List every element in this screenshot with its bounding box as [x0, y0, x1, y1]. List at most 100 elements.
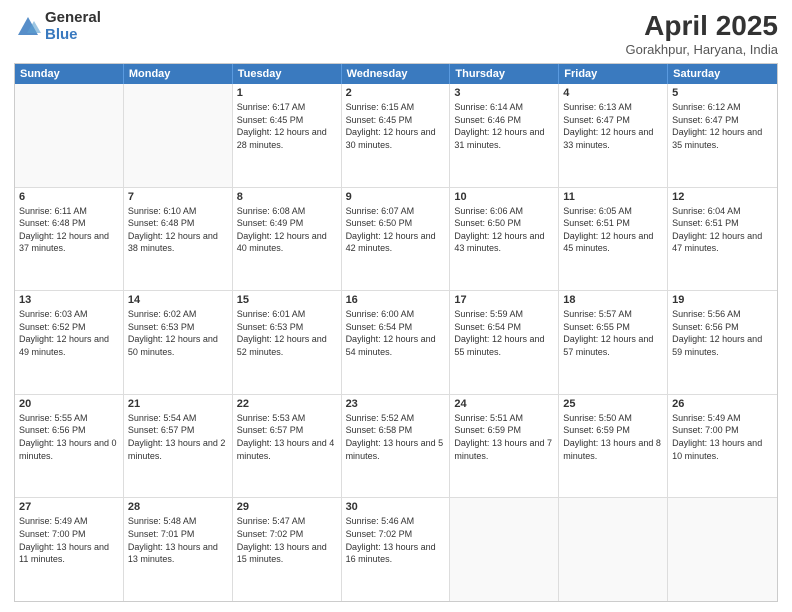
day-number: 7	[128, 191, 228, 203]
day-info: Sunrise: 6:07 AM Sunset: 6:50 PM Dayligh…	[346, 205, 446, 255]
day-cell-29: 29 Sunrise: 5:47 AM Sunset: 7:02 PM Dayli…	[233, 498, 342, 601]
day-info: Sunrise: 6:15 AM Sunset: 6:45 PM Dayligh…	[346, 101, 446, 151]
day-cell-28: 28 Sunrise: 5:48 AM Sunset: 7:01 PM Dayli…	[124, 498, 233, 601]
calendar-header-row: SundayMondayTuesdayWednesdayThursdayFrid…	[15, 64, 777, 84]
day-cell-20: 20 Sunrise: 5:55 AM Sunset: 6:56 PM Dayli…	[15, 395, 124, 498]
calendar-title: April 2025	[626, 10, 778, 42]
day-info: Sunrise: 5:53 AM Sunset: 6:57 PM Dayligh…	[237, 412, 337, 462]
day-number: 27	[19, 501, 119, 513]
day-cell-13: 13 Sunrise: 6:03 AM Sunset: 6:52 PM Dayli…	[15, 291, 124, 394]
day-number: 3	[454, 87, 554, 99]
day-cell-27: 27 Sunrise: 5:49 AM Sunset: 7:00 PM Dayli…	[15, 498, 124, 601]
day-cell-4: 4 Sunrise: 6:13 AM Sunset: 6:47 PM Daylig…	[559, 84, 668, 187]
day-cell-11: 11 Sunrise: 6:05 AM Sunset: 6:51 PM Dayli…	[559, 188, 668, 291]
day-cell-17: 17Sunrise: 5:59 AM Sunset: 6:54 PM Dayli…	[450, 291, 559, 394]
empty-cell	[15, 84, 124, 187]
day-number: 4	[563, 87, 663, 99]
empty-cell	[668, 498, 777, 601]
day-number: 22	[237, 398, 337, 410]
day-info: Sunrise: 5:48 AM Sunset: 7:01 PM Dayligh…	[128, 515, 228, 565]
day-info: Sunrise: 5:54 AM Sunset: 6:57 PM Dayligh…	[128, 412, 228, 462]
day-info: Sunrise: 6:10 AM Sunset: 6:48 PM Dayligh…	[128, 205, 228, 255]
day-info: Sunrise: 5:56 AM Sunset: 6:56 PM Dayligh…	[672, 308, 773, 358]
day-cell-26: 26 Sunrise: 5:49 AM Sunset: 7:00 PM Dayli…	[668, 395, 777, 498]
day-number: 17	[454, 294, 554, 306]
day-cell-7: 7 Sunrise: 6:10 AM Sunset: 6:48 PM Daylig…	[124, 188, 233, 291]
day-info: Sunrise: 5:49 AM Sunset: 7:00 PM Dayligh…	[672, 412, 773, 462]
day-number: 1	[237, 87, 337, 99]
day-cell-1: 1 Sunrise: 6:17 AM Sunset: 6:45 PM Daylig…	[233, 84, 342, 187]
empty-cell	[450, 498, 559, 601]
day-number: 11	[563, 191, 663, 203]
day-cell-9: 9 Sunrise: 6:07 AM Sunset: 6:50 PM Daylig…	[342, 188, 451, 291]
day-info: Sunrise: 5:52 AM Sunset: 6:58 PM Dayligh…	[346, 412, 446, 462]
calendar-body: 1 Sunrise: 6:17 AM Sunset: 6:45 PM Daylig…	[15, 84, 777, 601]
calendar: SundayMondayTuesdayWednesdayThursdayFrid…	[14, 63, 778, 602]
day-info: Sunrise: 5:57 AM Sunset: 6:55 PM Dayligh…	[563, 308, 663, 358]
calendar-subtitle: Gorakhpur, Haryana, India	[626, 42, 778, 57]
day-info: Sunrise: 5:47 AM Sunset: 7:02 PM Dayligh…	[237, 515, 337, 565]
day-cell-15: 15 Sunrise: 6:01 AM Sunset: 6:53 PM Dayli…	[233, 291, 342, 394]
header: General Blue April 2025 Gorakhpur, Harya…	[14, 10, 778, 57]
day-number: 5	[672, 87, 773, 99]
day-number: 16	[346, 294, 446, 306]
day-number: 9	[346, 191, 446, 203]
day-cell-5: 5 Sunrise: 6:12 AM Sunset: 6:47 PM Daylig…	[668, 84, 777, 187]
empty-cell	[124, 84, 233, 187]
week-row-5: 27 Sunrise: 5:49 AM Sunset: 7:00 PM Dayli…	[15, 498, 777, 601]
day-cell-24: 24 Sunrise: 5:51 AM Sunset: 6:59 PM Dayli…	[450, 395, 559, 498]
day-info: Sunrise: 5:51 AM Sunset: 6:59 PM Dayligh…	[454, 412, 554, 462]
title-block: April 2025 Gorakhpur, Haryana, India	[626, 10, 778, 57]
day-cell-3: 3 Sunrise: 6:14 AM Sunset: 6:46 PM Daylig…	[450, 84, 559, 187]
day-number: 14	[128, 294, 228, 306]
day-cell-30: 30Sunrise: 5:46 AM Sunset: 7:02 PM Dayli…	[342, 498, 451, 601]
day-info: Sunrise: 5:50 AM Sunset: 6:59 PM Dayligh…	[563, 412, 663, 462]
day-number: 13	[19, 294, 119, 306]
logo-general-text: General	[45, 10, 101, 27]
day-info: Sunrise: 5:55 AM Sunset: 6:56 PM Dayligh…	[19, 412, 119, 462]
day-info: Sunrise: 6:14 AM Sunset: 6:46 PM Dayligh…	[454, 101, 554, 151]
day-cell-18: 18 Sunrise: 5:57 AM Sunset: 6:55 PM Dayli…	[559, 291, 668, 394]
header-day-saturday: Saturday	[668, 64, 777, 84]
day-info: Sunrise: 6:17 AM Sunset: 6:45 PM Dayligh…	[237, 101, 337, 151]
day-number: 6	[19, 191, 119, 203]
day-info: Sunrise: 6:05 AM Sunset: 6:51 PM Dayligh…	[563, 205, 663, 255]
week-row-3: 13 Sunrise: 6:03 AM Sunset: 6:52 PM Dayli…	[15, 291, 777, 395]
day-number: 18	[563, 294, 663, 306]
day-number: 26	[672, 398, 773, 410]
day-cell-21: 21 Sunrise: 5:54 AM Sunset: 6:57 PM Dayli…	[124, 395, 233, 498]
day-number: 23	[346, 398, 446, 410]
header-day-friday: Friday	[559, 64, 668, 84]
day-info: Sunrise: 6:01 AM Sunset: 6:53 PM Dayligh…	[237, 308, 337, 358]
day-info: Sunrise: 6:12 AM Sunset: 6:47 PM Dayligh…	[672, 101, 773, 151]
header-day-tuesday: Tuesday	[233, 64, 342, 84]
day-number: 25	[563, 398, 663, 410]
week-row-4: 20 Sunrise: 5:55 AM Sunset: 6:56 PM Dayli…	[15, 395, 777, 499]
day-info: Sunrise: 5:46 AM Sunset: 7:02 PM Dayligh…	[346, 515, 446, 565]
day-cell-19: 19Sunrise: 5:56 AM Sunset: 6:56 PM Dayli…	[668, 291, 777, 394]
logo-blue-text: Blue	[45, 27, 101, 44]
day-cell-16: 16Sunrise: 6:00 AM Sunset: 6:54 PM Dayli…	[342, 291, 451, 394]
logo: General Blue	[14, 10, 101, 43]
header-day-sunday: Sunday	[15, 64, 124, 84]
day-number: 15	[237, 294, 337, 306]
week-row-1: 1 Sunrise: 6:17 AM Sunset: 6:45 PM Daylig…	[15, 84, 777, 188]
day-number: 28	[128, 501, 228, 513]
day-cell-12: 12Sunrise: 6:04 AM Sunset: 6:51 PM Dayli…	[668, 188, 777, 291]
day-number: 21	[128, 398, 228, 410]
day-cell-25: 25 Sunrise: 5:50 AM Sunset: 6:59 PM Dayli…	[559, 395, 668, 498]
day-info: Sunrise: 6:02 AM Sunset: 6:53 PM Dayligh…	[128, 308, 228, 358]
day-info: Sunrise: 5:49 AM Sunset: 7:00 PM Dayligh…	[19, 515, 119, 565]
header-day-wednesday: Wednesday	[342, 64, 451, 84]
day-cell-14: 14 Sunrise: 6:02 AM Sunset: 6:53 PM Dayli…	[124, 291, 233, 394]
day-number: 29	[237, 501, 337, 513]
day-cell-23: 23 Sunrise: 5:52 AM Sunset: 6:58 PM Dayli…	[342, 395, 451, 498]
day-number: 20	[19, 398, 119, 410]
day-info: Sunrise: 6:08 AM Sunset: 6:49 PM Dayligh…	[237, 205, 337, 255]
empty-cell	[559, 498, 668, 601]
day-number: 24	[454, 398, 554, 410]
day-cell-6: 6Sunrise: 6:11 AM Sunset: 6:48 PM Daylig…	[15, 188, 124, 291]
day-info: Sunrise: 6:03 AM Sunset: 6:52 PM Dayligh…	[19, 308, 119, 358]
day-info: Sunrise: 6:13 AM Sunset: 6:47 PM Dayligh…	[563, 101, 663, 151]
day-cell-8: 8Sunrise: 6:08 AM Sunset: 6:49 PM Daylig…	[233, 188, 342, 291]
